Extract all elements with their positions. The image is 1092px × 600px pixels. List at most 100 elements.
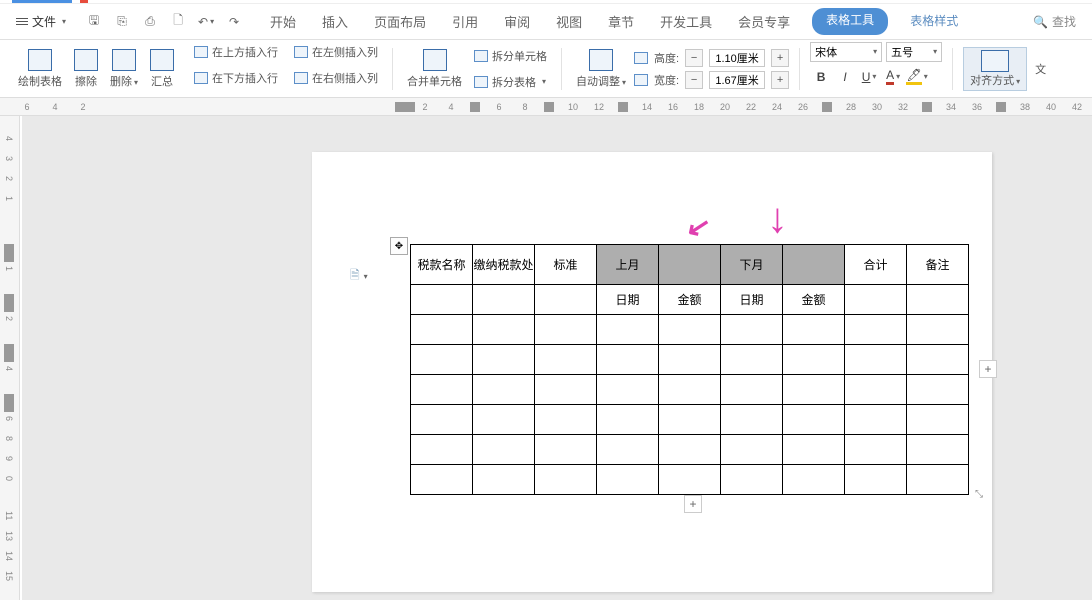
table-cell[interactable] bbox=[597, 375, 659, 405]
table-cell[interactable] bbox=[907, 285, 969, 315]
height-input[interactable] bbox=[709, 49, 765, 67]
table-move-handle[interactable]: ✥ bbox=[390, 237, 408, 255]
insert-row-below-button[interactable]: 在下方插入行 bbox=[190, 68, 282, 88]
tab-table-tools[interactable]: 表格工具 bbox=[812, 8, 888, 35]
document-canvas[interactable]: ↙ ↓ ✥ 🗎▾ 税款名称 缴纳税款处 标准 上月 下月 合计 备注 日期 金额… bbox=[22, 116, 1092, 600]
table-cell[interactable] bbox=[845, 375, 907, 405]
tab-review[interactable]: 审阅 bbox=[500, 8, 534, 35]
table-cell[interactable] bbox=[473, 285, 535, 315]
table-cell[interactable] bbox=[907, 375, 969, 405]
table-cell[interactable] bbox=[907, 435, 969, 465]
redo-icon[interactable]: ↷ bbox=[226, 14, 242, 30]
insert-col-left-button[interactable]: 在左侧插入列 bbox=[290, 42, 382, 62]
table-cell[interactable] bbox=[535, 285, 597, 315]
table-cell[interactable] bbox=[597, 465, 659, 495]
table-cell[interactable]: 标准 bbox=[535, 245, 597, 285]
italic-button[interactable]: I bbox=[834, 66, 856, 88]
table-cell[interactable] bbox=[845, 465, 907, 495]
table-cell[interactable] bbox=[721, 465, 783, 495]
table-cell[interactable] bbox=[721, 435, 783, 465]
table-cell[interactable] bbox=[659, 465, 721, 495]
file-menu[interactable]: 文件 ▾ bbox=[8, 9, 74, 34]
table-cell[interactable] bbox=[845, 285, 907, 315]
table-cell-selected[interactable]: 上月 bbox=[597, 245, 659, 285]
underline-button[interactable]: U▾ bbox=[858, 66, 880, 88]
table-cell[interactable]: 金额 bbox=[783, 285, 845, 315]
table-cell[interactable] bbox=[907, 465, 969, 495]
highlight-button[interactable]: 🖊▾ bbox=[906, 66, 928, 88]
table-cell[interactable] bbox=[659, 405, 721, 435]
table-cell[interactable] bbox=[535, 405, 597, 435]
font-name-select[interactable]: 宋体▾ bbox=[810, 42, 882, 62]
table-cell[interactable] bbox=[535, 465, 597, 495]
table-cell[interactable] bbox=[845, 405, 907, 435]
width-plus-button[interactable]: + bbox=[771, 71, 789, 89]
table-cell[interactable] bbox=[783, 345, 845, 375]
table-cell[interactable] bbox=[721, 405, 783, 435]
table-cell[interactable] bbox=[783, 465, 845, 495]
table-cell[interactable] bbox=[721, 315, 783, 345]
eraser-button[interactable]: 擦除 bbox=[70, 47, 102, 91]
table-cell[interactable] bbox=[845, 435, 907, 465]
add-row-button[interactable]: + bbox=[684, 495, 702, 513]
table-cell[interactable] bbox=[659, 315, 721, 345]
align-button[interactable]: 对齐方式▾ bbox=[963, 47, 1027, 91]
table-cell[interactable] bbox=[473, 465, 535, 495]
split-table-button[interactable]: 拆分表格▾ bbox=[470, 72, 551, 92]
tab-page-layout[interactable]: 页面布局 bbox=[370, 8, 430, 35]
insert-col-right-button[interactable]: 在右侧插入列 bbox=[290, 68, 382, 88]
height-minus-button[interactable]: − bbox=[685, 49, 703, 67]
merge-cells-button[interactable]: 合并单元格 bbox=[403, 47, 466, 91]
table-cell[interactable] bbox=[845, 345, 907, 375]
table-cell[interactable]: 金额 bbox=[659, 285, 721, 315]
table-cell[interactable] bbox=[721, 345, 783, 375]
table-cell[interactable] bbox=[473, 375, 535, 405]
table-cell[interactable] bbox=[659, 375, 721, 405]
print-icon[interactable]: ⎙ bbox=[142, 14, 158, 30]
table-row[interactable]: 税款名称 缴纳税款处 标准 上月 下月 合计 备注 bbox=[411, 245, 969, 285]
table-cell[interactable] bbox=[721, 375, 783, 405]
table-cell[interactable] bbox=[411, 375, 473, 405]
tab-references[interactable]: 引用 bbox=[448, 8, 482, 35]
add-col-button[interactable]: + bbox=[979, 360, 997, 378]
print-preview-icon[interactable]: 🗋 bbox=[170, 14, 186, 30]
delete-button[interactable]: 删除▾ bbox=[106, 47, 142, 91]
table-cell[interactable] bbox=[845, 315, 907, 345]
table-row[interactable] bbox=[411, 405, 969, 435]
table-cell[interactable] bbox=[597, 405, 659, 435]
table-cell-selected[interactable]: 下月 bbox=[721, 245, 783, 285]
tab-start[interactable]: 开始 bbox=[266, 8, 300, 35]
bold-button[interactable]: B bbox=[810, 66, 832, 88]
table-cell[interactable] bbox=[473, 315, 535, 345]
document-table[interactable]: 税款名称 缴纳税款处 标准 上月 下月 合计 备注 日期 金额 日期 金额 bbox=[410, 244, 969, 495]
table-cell[interactable]: 日期 bbox=[597, 285, 659, 315]
table-cell[interactable]: 合计 bbox=[845, 245, 907, 285]
table-cell[interactable]: 日期 bbox=[721, 285, 783, 315]
tab-insert[interactable]: 插入 bbox=[318, 8, 352, 35]
table-cell[interactable]: 缴纳税款处 bbox=[473, 245, 535, 285]
table-cell[interactable]: 备注 bbox=[907, 245, 969, 285]
table-row[interactable] bbox=[411, 465, 969, 495]
table-cell[interactable] bbox=[411, 405, 473, 435]
table-row[interactable] bbox=[411, 345, 969, 375]
table-cell[interactable] bbox=[411, 345, 473, 375]
table-row[interactable] bbox=[411, 435, 969, 465]
table-cell-selected[interactable] bbox=[783, 245, 845, 285]
split-cell-button[interactable]: 拆分单元格 bbox=[470, 46, 551, 66]
table-row[interactable] bbox=[411, 375, 969, 405]
table-cell[interactable] bbox=[535, 375, 597, 405]
table-row[interactable]: 日期 金额 日期 金额 bbox=[411, 285, 969, 315]
search-box[interactable]: 🔍 查找 bbox=[1025, 9, 1084, 34]
width-minus-button[interactable]: − bbox=[685, 71, 703, 89]
width-input[interactable] bbox=[709, 71, 765, 89]
table-cell[interactable] bbox=[411, 435, 473, 465]
table-cell[interactable] bbox=[659, 345, 721, 375]
height-plus-button[interactable]: + bbox=[771, 49, 789, 67]
export-icon[interactable]: ⎘ bbox=[114, 14, 130, 30]
table-cell[interactable] bbox=[907, 405, 969, 435]
table-cell[interactable] bbox=[473, 405, 535, 435]
draw-table-button[interactable]: 绘制表格 bbox=[14, 47, 66, 91]
table-cell-selected[interactable] bbox=[659, 245, 721, 285]
table-cell[interactable] bbox=[783, 405, 845, 435]
autofit-button[interactable]: 自动调整▾ bbox=[572, 47, 630, 91]
